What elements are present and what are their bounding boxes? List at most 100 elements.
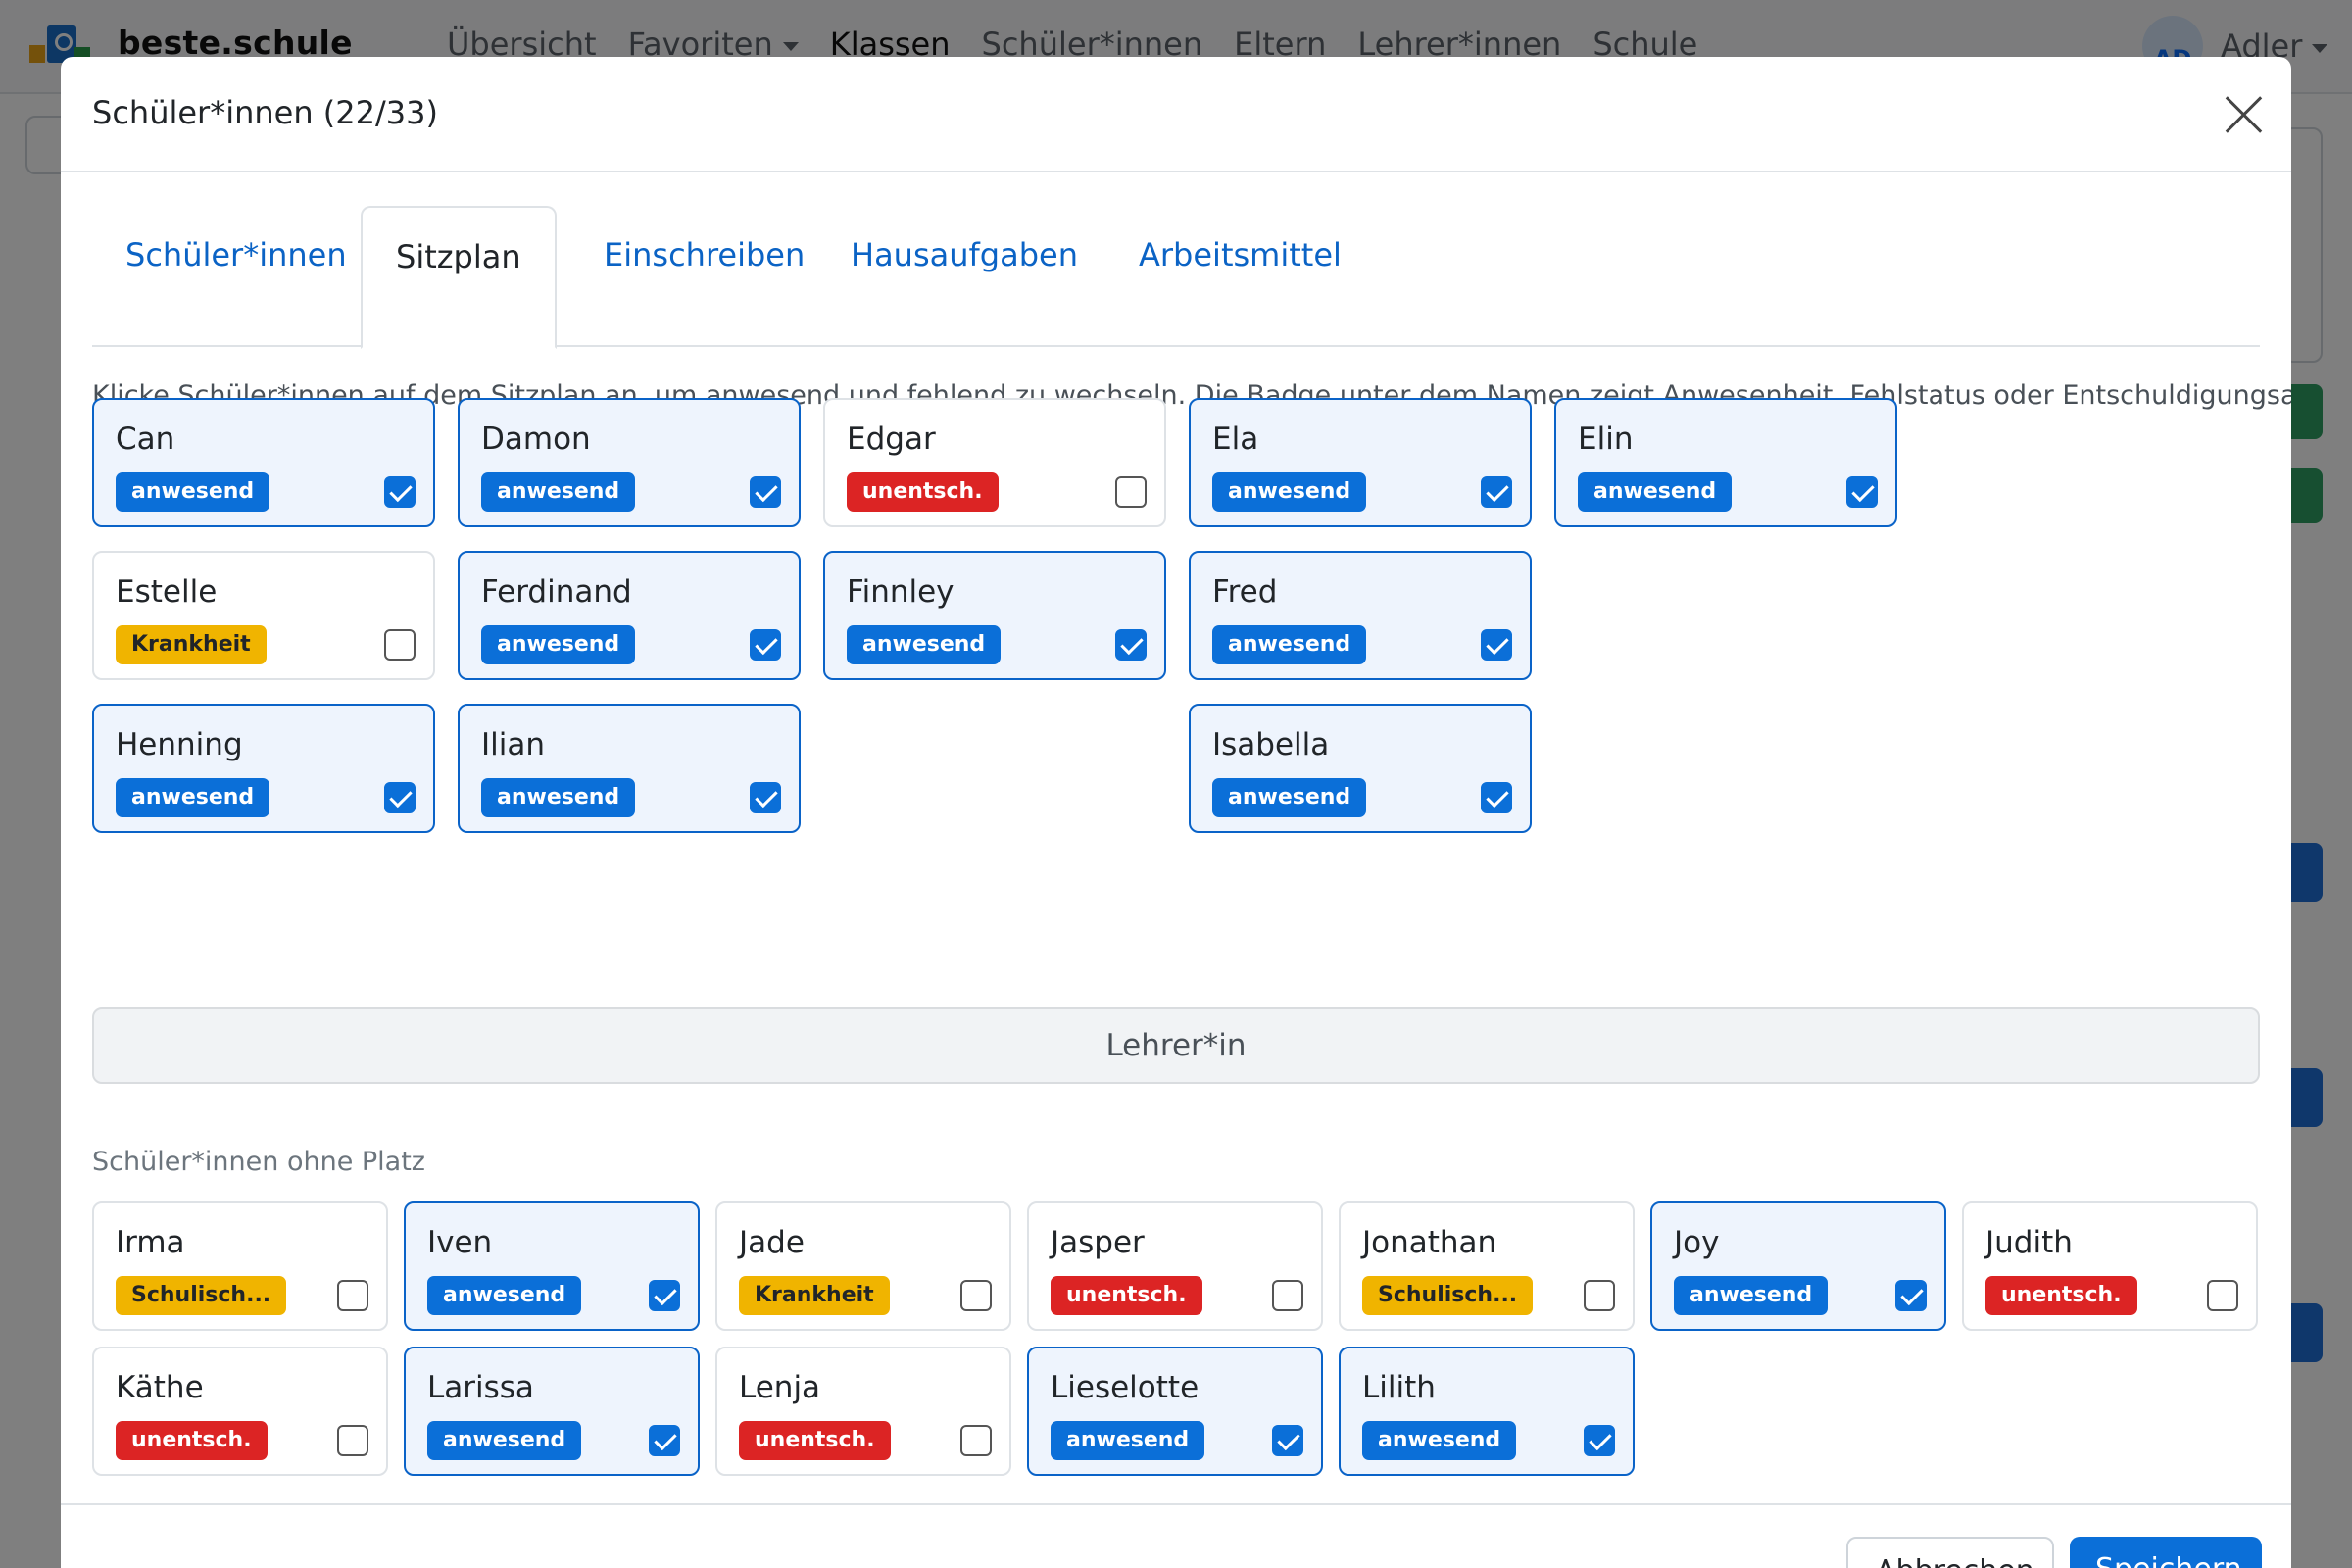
student-card[interactable]: Damon anwesend bbox=[458, 398, 801, 527]
attendance-checkbox[interactable] bbox=[1115, 476, 1147, 508]
student-card[interactable]: Lieselotte anwesend bbox=[1027, 1347, 1323, 1476]
status-badge: Schulisch... bbox=[116, 1276, 287, 1315]
student-card[interactable]: Fred anwesend bbox=[1189, 551, 1532, 680]
attendance-checkbox[interactable] bbox=[1481, 476, 1512, 508]
attendance-checkbox[interactable] bbox=[750, 629, 781, 661]
student-name: Can bbox=[116, 421, 175, 457]
modal-header: Schüler*innen (22/33) bbox=[61, 57, 2291, 172]
student-card[interactable]: Estelle Krankheit bbox=[92, 551, 435, 680]
status-badge: anwesend bbox=[427, 1276, 582, 1315]
attendance-checkbox[interactable] bbox=[750, 782, 781, 813]
student-name: Isabella bbox=[1212, 727, 1330, 762]
student-name: Fred bbox=[1212, 574, 1278, 610]
status-badge: anwesend bbox=[116, 778, 270, 817]
attendance-checkbox[interactable] bbox=[1481, 782, 1512, 813]
student-name: Ilian bbox=[481, 727, 546, 762]
attendance-checkbox[interactable] bbox=[649, 1425, 680, 1456]
status-badge: Schulisch... bbox=[1362, 1276, 1534, 1315]
unseated-title: Schüler*innen ohne Platz bbox=[92, 1147, 425, 1177]
student-name: Elin bbox=[1578, 421, 1634, 457]
attendance-checkbox[interactable] bbox=[1895, 1280, 1927, 1311]
student-card[interactable]: Henning anwesend bbox=[92, 704, 435, 833]
student-card[interactable]: Finnley anwesend bbox=[823, 551, 1166, 680]
attendance-checkbox[interactable] bbox=[1481, 629, 1512, 661]
student-name: Joy bbox=[1674, 1225, 1720, 1260]
status-badge: unentsch. bbox=[1051, 1276, 1202, 1315]
student-name: Finnley bbox=[847, 574, 955, 610]
attendance-checkbox[interactable] bbox=[1272, 1280, 1303, 1311]
status-badge: anwesend bbox=[1212, 778, 1367, 817]
attendance-checkbox[interactable] bbox=[1272, 1425, 1303, 1456]
teacher-desk: Lehrer*in bbox=[92, 1007, 2260, 1084]
student-card[interactable]: Jade Krankheit bbox=[715, 1201, 1011, 1331]
status-badge: unentsch. bbox=[116, 1421, 268, 1460]
attendance-checkbox[interactable] bbox=[649, 1280, 680, 1311]
attendance-checkbox[interactable] bbox=[384, 476, 416, 508]
attendance-checkbox[interactable] bbox=[750, 476, 781, 508]
student-name: Jonathan bbox=[1362, 1225, 1497, 1260]
status-badge: anwesend bbox=[1212, 472, 1367, 512]
student-card[interactable]: Lilith anwesend bbox=[1339, 1347, 1635, 1476]
student-name: Lieselotte bbox=[1051, 1370, 1200, 1405]
student-name: Damon bbox=[481, 421, 591, 457]
attendance-checkbox[interactable] bbox=[384, 782, 416, 813]
status-badge: anwesend bbox=[116, 472, 270, 512]
attendance-checkbox[interactable] bbox=[337, 1280, 368, 1311]
attendance-checkbox[interactable] bbox=[1584, 1280, 1615, 1311]
student-card[interactable]: Edgar unentsch. bbox=[823, 398, 1166, 527]
student-card[interactable]: Elin anwesend bbox=[1554, 398, 1897, 527]
student-name: Jade bbox=[739, 1225, 805, 1260]
cancel-button[interactable]: Abbrechen bbox=[1846, 1537, 2054, 1568]
status-badge: anwesend bbox=[481, 778, 636, 817]
attendance-checkbox[interactable] bbox=[1115, 629, 1147, 661]
student-card[interactable]: Lenja unentsch. bbox=[715, 1347, 1011, 1476]
student-card[interactable]: Can anwesend bbox=[92, 398, 435, 527]
status-badge: anwesend bbox=[1362, 1421, 1517, 1460]
attendance-checkbox[interactable] bbox=[337, 1425, 368, 1456]
modal-footer: Abbrechen Speichern bbox=[61, 1503, 2291, 1568]
status-badge: anwesend bbox=[847, 625, 1002, 664]
modal-tabs: Schüler*innen Sitzplan Einschreiben Haus… bbox=[92, 206, 2260, 349]
student-card[interactable]: Ela anwesend bbox=[1189, 398, 1532, 527]
student-card[interactable]: Käthe unentsch. bbox=[92, 1347, 388, 1476]
tab-arbeitsmittel[interactable]: Arbeitsmittel bbox=[1105, 206, 1375, 347]
student-card[interactable]: Judith unentsch. bbox=[1962, 1201, 2258, 1331]
student-name: Jasper bbox=[1051, 1225, 1145, 1260]
tab-hausaufgaben[interactable]: Hausaufgaben bbox=[817, 206, 1111, 347]
status-badge: anwesend bbox=[1578, 472, 1733, 512]
student-card[interactable]: Irma Schulisch... bbox=[92, 1201, 388, 1331]
student-name: Larissa bbox=[427, 1370, 534, 1405]
seating-modal: Schüler*innen (22/33) Schüler*innen Sitz… bbox=[61, 57, 2291, 1568]
student-card[interactable]: Joy anwesend bbox=[1650, 1201, 1946, 1331]
student-name: Iven bbox=[427, 1225, 493, 1260]
status-badge: anwesend bbox=[1212, 625, 1367, 664]
status-badge: unentsch. bbox=[739, 1421, 891, 1460]
student-name: Judith bbox=[1985, 1225, 2073, 1260]
tab-schueler[interactable]: Schüler*innen bbox=[92, 206, 380, 347]
attendance-checkbox[interactable] bbox=[960, 1425, 992, 1456]
status-badge: anwesend bbox=[481, 472, 636, 512]
student-card[interactable]: Ferdinand anwesend bbox=[458, 551, 801, 680]
modal-title: Schüler*innen (22/33) bbox=[92, 94, 438, 131]
tab-einschreiben[interactable]: Einschreiben bbox=[570, 206, 838, 347]
save-button[interactable]: Speichern bbox=[2070, 1537, 2262, 1568]
attendance-checkbox[interactable] bbox=[1584, 1425, 1615, 1456]
tab-sitzplan[interactable]: Sitzplan bbox=[361, 206, 557, 349]
attendance-checkbox[interactable] bbox=[2207, 1280, 2238, 1311]
student-card[interactable]: Isabella anwesend bbox=[1189, 704, 1532, 833]
status-badge: anwesend bbox=[427, 1421, 582, 1460]
student-card[interactable]: Iven anwesend bbox=[404, 1201, 700, 1331]
student-card[interactable]: Larissa anwesend bbox=[404, 1347, 700, 1476]
student-name: Käthe bbox=[116, 1370, 204, 1405]
student-name: Henning bbox=[116, 727, 243, 762]
student-card[interactable]: Jonathan Schulisch... bbox=[1339, 1201, 1635, 1331]
student-card[interactable]: Ilian anwesend bbox=[458, 704, 801, 833]
status-badge: unentsch. bbox=[847, 472, 999, 512]
status-badge: Krankheit bbox=[739, 1276, 890, 1315]
status-badge: Krankheit bbox=[116, 625, 267, 664]
attendance-checkbox[interactable] bbox=[384, 629, 416, 661]
student-card[interactable]: Jasper unentsch. bbox=[1027, 1201, 1323, 1331]
attendance-checkbox[interactable] bbox=[1846, 476, 1878, 508]
attendance-checkbox[interactable] bbox=[960, 1280, 992, 1311]
close-icon[interactable] bbox=[2223, 94, 2264, 135]
